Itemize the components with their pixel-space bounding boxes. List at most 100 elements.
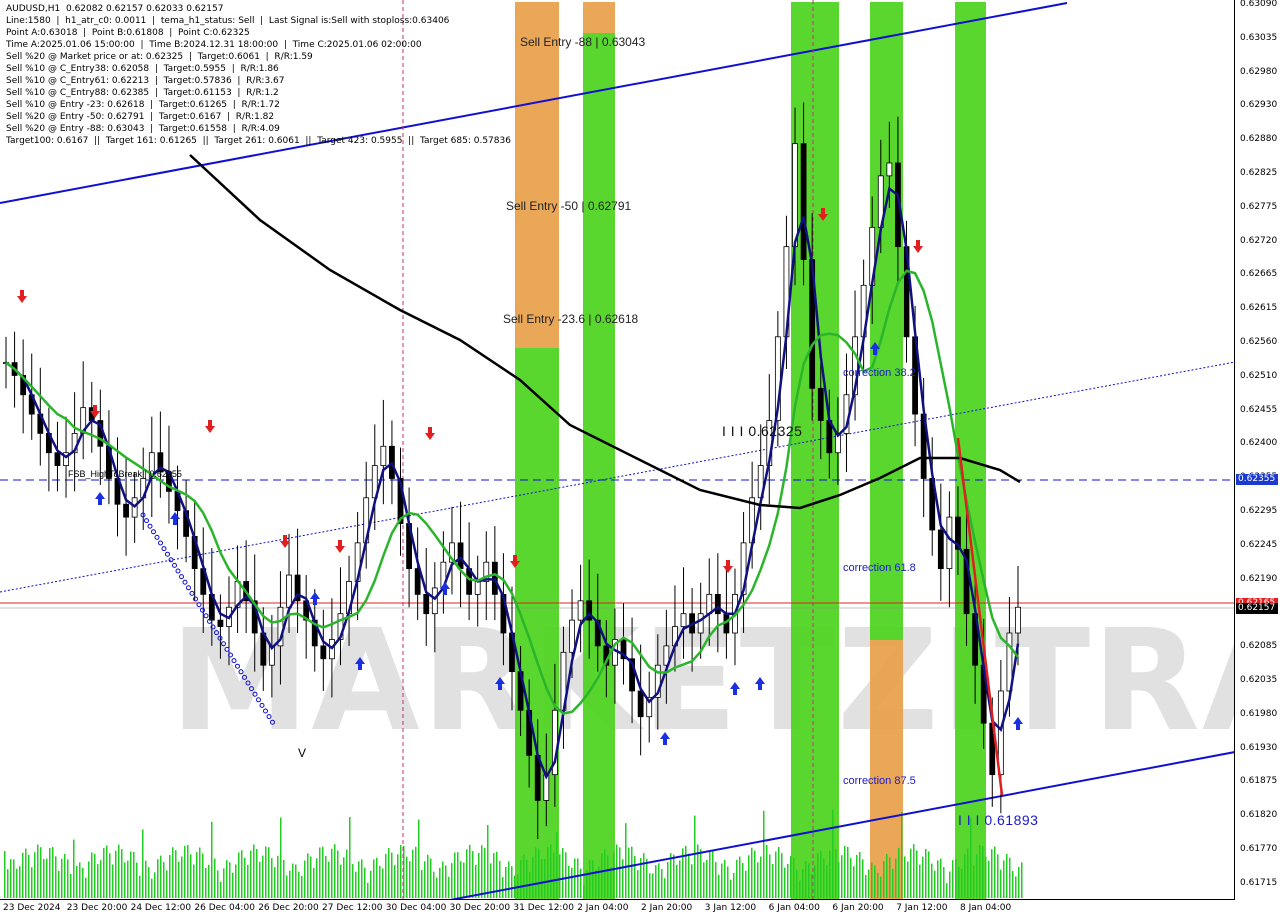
- volume-bar: [532, 856, 534, 898]
- volume-bar: [712, 851, 714, 898]
- volume-bar: [169, 854, 171, 898]
- volume-bar: [802, 869, 804, 898]
- dot-marker: [147, 523, 153, 529]
- volume-bar: [49, 848, 51, 898]
- volume-bar: [181, 856, 183, 898]
- volume-bar: [199, 847, 201, 898]
- zone-band: [515, 348, 559, 899]
- volume-bar: [469, 844, 471, 898]
- volume-bar: [388, 847, 390, 898]
- volume-bar: [484, 847, 486, 898]
- volume-bar: [100, 860, 102, 898]
- buy-arrow-icon: [95, 492, 105, 505]
- volume-bar: [835, 849, 837, 898]
- sell-entry-50-label: Sell Entry -50 | 0.62791: [506, 199, 632, 213]
- volume-bar: [88, 861, 90, 898]
- buy-arrow-icon: [1013, 717, 1023, 730]
- time-tick: 24 Dec 12:00: [130, 903, 192, 913]
- volume-bar: [673, 854, 675, 898]
- volume-bar: [31, 867, 33, 898]
- volume-bar: [274, 867, 276, 898]
- volume-bar: [223, 868, 225, 898]
- volume-bar: [511, 866, 513, 898]
- time-tick: 8 Jan 04:00: [960, 903, 1012, 913]
- volume-bar: [748, 855, 750, 898]
- volume-bar: [829, 850, 831, 898]
- volume-bar: [904, 856, 906, 898]
- fsb-price-badge: 0.62355: [1236, 474, 1278, 485]
- volume-bar: [934, 870, 936, 898]
- current-price-badge: 0.62157: [1236, 603, 1278, 614]
- volume-bar: [667, 862, 669, 898]
- candle-body: [946, 516, 953, 570]
- volume-bar: [70, 873, 72, 898]
- sell-arrow-icon: [205, 420, 215, 433]
- info-line: Sell %10 @ C_Entry61: 0.62213 | Target:0…: [6, 76, 285, 86]
- volume-bar: [655, 865, 657, 898]
- volume-bar: [595, 869, 597, 898]
- dot-marker: [259, 702, 265, 708]
- volume-bar: [739, 856, 741, 898]
- volume-bar: [262, 855, 264, 898]
- volume-bar: [451, 863, 453, 898]
- volume-bar: [556, 832, 558, 898]
- volume-bar: [172, 847, 174, 898]
- volume-bar: [124, 862, 126, 898]
- volume-bar: [781, 853, 783, 898]
- volume-bar: [112, 864, 114, 898]
- volume-bar: [769, 854, 771, 898]
- volume-bar: [481, 845, 483, 898]
- volume-bar: [385, 853, 387, 898]
- volume-bar: [937, 860, 939, 898]
- volume-bar: [487, 825, 489, 898]
- volume-bar: [454, 852, 456, 898]
- volume-bar: [280, 817, 282, 898]
- dot-marker: [214, 630, 219, 636]
- volume-bar: [634, 856, 636, 898]
- dot-marker: [270, 719, 275, 725]
- volume-bar: [94, 853, 96, 898]
- volume-bar: [367, 882, 369, 898]
- dot-marker: [179, 574, 184, 580]
- volume-bar: [955, 858, 957, 898]
- volume-bar: [796, 869, 798, 898]
- price-tick: 0.61715: [1240, 877, 1278, 888]
- volume-bar: [139, 875, 141, 898]
- sell-arrow-icon: [280, 535, 290, 548]
- volume-bar: [688, 853, 690, 898]
- candle-body: [792, 143, 798, 248]
- volume-bar: [421, 869, 423, 898]
- dot-marker: [263, 708, 268, 714]
- volume-bar: [547, 847, 549, 898]
- volume-bar: [691, 864, 693, 898]
- volume-bar: [253, 844, 255, 898]
- volume-bar: [79, 862, 81, 898]
- candle-body: [286, 574, 292, 608]
- volume-bar: [433, 871, 435, 898]
- volume-bar: [457, 852, 459, 898]
- volume-bar: [316, 858, 318, 898]
- volume-bar: [706, 859, 708, 898]
- price-tick: 0.63090: [1240, 0, 1278, 9]
- chart-area[interactable]: MARKETZITRADE AUDUSD,H1 0.62082 0.62157 …: [0, 0, 1235, 900]
- volume-bar: [268, 847, 270, 898]
- volume-bar: [916, 850, 918, 898]
- volume-bar: [949, 871, 951, 898]
- sell-arrow-icon: [17, 290, 27, 303]
- volume-bar: [979, 845, 981, 898]
- volume-bar: [793, 857, 795, 898]
- volume-bar: [118, 844, 120, 898]
- price-tick: 0.62245: [1240, 539, 1278, 550]
- price-tick: 0.61980: [1240, 708, 1278, 719]
- volume-bar: [1018, 866, 1020, 898]
- volume-bar: [721, 863, 723, 898]
- volume-bar: [58, 870, 60, 898]
- time-tick: 6 Jan 20:00: [832, 903, 884, 913]
- volume-bar: [817, 853, 819, 898]
- info-line: Sell %20 @ Entry -88: 0.63043 | Target:0…: [6, 124, 280, 134]
- buy-arrow-icon: [755, 677, 765, 690]
- dot-marker: [252, 691, 258, 697]
- candle-body: [457, 542, 464, 570]
- dot-marker: [144, 518, 149, 524]
- buy-arrow-icon: [730, 682, 740, 695]
